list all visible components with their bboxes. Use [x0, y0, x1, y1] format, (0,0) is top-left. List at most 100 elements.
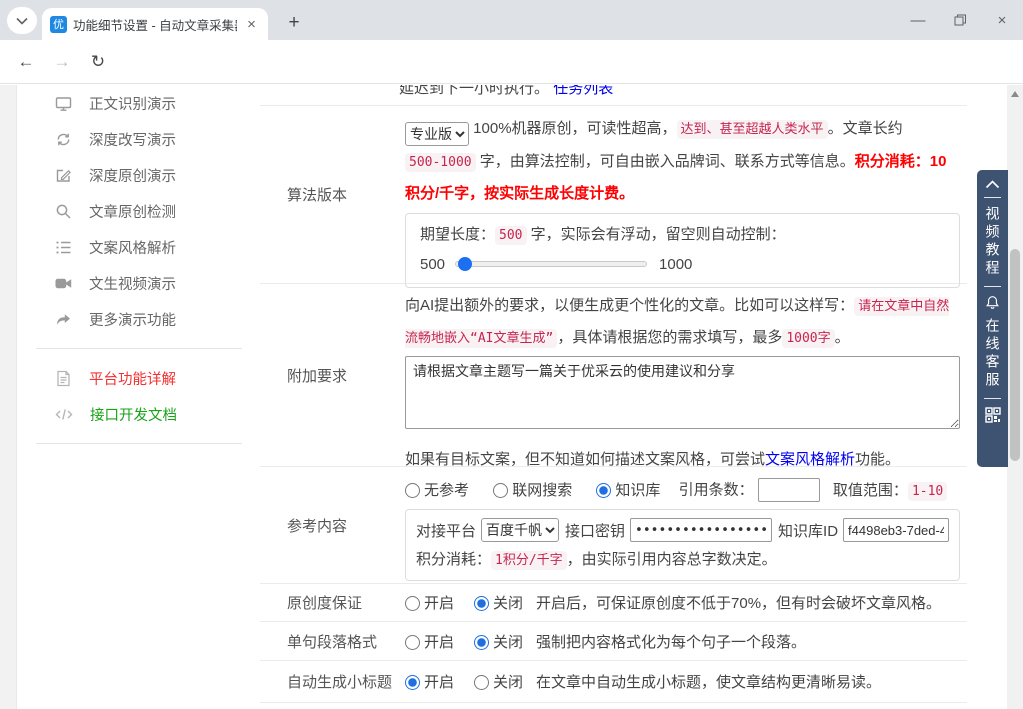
qr-code-icon[interactable]: [985, 407, 1001, 423]
sidebar-item-more-demos[interactable]: 更多演示功能: [18, 301, 260, 337]
browser-navbar: ← → ↻ ucaiyun.com/caiji/settings/ ☆ 井 ⋮: [0, 40, 1023, 84]
row-auto-subtitles: 自动生成小标题 开启 关闭 在文章中自动生成小标题，使文章结构更清晰易读。: [260, 660, 967, 703]
toggle-description: 强制把内容格式化为每个句子一个段落。: [536, 631, 806, 652]
row-label: 附加要求: [260, 284, 405, 466]
radio-no-reference-input[interactable]: [405, 483, 420, 498]
sidebar-item-label: 文生视频演示: [89, 273, 176, 294]
sidebar-item-originality-check[interactable]: 文章原创检测: [18, 193, 260, 229]
radio-web-search-input[interactable]: [493, 483, 508, 498]
refresh-icon: [55, 131, 72, 148]
extra-requirements-textarea[interactable]: 请根据文章主题写一篇关于优采云的使用建议和分享: [405, 356, 960, 429]
row-label: 参考内容: [260, 467, 405, 583]
toggle-off-option[interactable]: 关闭: [474, 592, 523, 613]
video-tutorial-button[interactable]: 视频教程: [986, 206, 1000, 278]
sidebar-item-label: 文章原创检测: [89, 201, 176, 222]
toggle-off-option[interactable]: 关闭: [474, 631, 523, 652]
share-arrow-icon: [55, 311, 72, 328]
search-icon: [55, 203, 72, 220]
quote-count-input[interactable]: [758, 478, 820, 502]
tab-title: 功能细节设置 - 自动文章采集器: [73, 15, 237, 34]
ordered-list-icon: [55, 239, 72, 256]
length-slider[interactable]: [455, 261, 647, 267]
online-service-button[interactable]: 在线客服: [986, 318, 1000, 390]
toggle-on-radio[interactable]: [405, 596, 420, 611]
toggle-on-option[interactable]: 开启: [405, 631, 454, 652]
chevron-down-icon: [16, 17, 28, 25]
sidebar-link-api-docs[interactable]: 接口开发文档: [18, 396, 260, 432]
sidebar-item-deep-rewrite[interactable]: 深度改写演示: [18, 121, 260, 157]
close-button[interactable]: ×: [981, 0, 1023, 40]
highlight-text: 1积分/千字: [491, 551, 567, 570]
highlight-text: 500-1000: [405, 153, 476, 172]
schedule-text: 延迟到下一小时执行。: [399, 85, 549, 97]
algorithm-description: 专业版 100%机器原创，可读性超高，达到、甚至超越人类水平。文章长约 500-…: [405, 113, 960, 209]
radio-no-reference[interactable]: 无参考: [405, 482, 469, 499]
radio-knowledge-base-input[interactable]: [596, 483, 611, 498]
slider-thumb[interactable]: [458, 257, 472, 271]
back-button[interactable]: ←: [12, 48, 40, 76]
toggle-description: 开启后，可保证原创度不低于70%，但有时会破坏文章风格。: [536, 592, 941, 613]
row-label: 原创度保证: [260, 584, 405, 621]
sidebar-link-label: 接口开发文档: [90, 404, 177, 425]
task-list-link[interactable]: 任务列表: [553, 85, 613, 97]
tab-search-button[interactable]: [7, 7, 37, 34]
sidebar-item-label: 文案风格解析: [89, 237, 176, 258]
toggle-off-radio[interactable]: [474, 596, 489, 611]
style-analysis-note: 如果有目标文案，但不知道如何描述文案风格，可尝试文案风格解析功能。: [405, 448, 960, 469]
edit-icon: [55, 167, 72, 184]
toggle-on-radio[interactable]: [405, 675, 420, 690]
radio-web-search[interactable]: 联网搜索: [493, 482, 572, 499]
scrollbar-up-arrow[interactable]: [1011, 91, 1019, 97]
sidebar-item-deep-original[interactable]: 深度原创演示: [18, 157, 260, 193]
video-icon: [55, 275, 72, 292]
expected-length-text: 期望长度：500 字，实际会有浮动，留空则自动控制：: [420, 222, 945, 249]
row-reference-content: 参考内容 无参考 联网搜索 知识库 引用条数： 取值范围：1-10 对接平台 百…: [260, 466, 967, 583]
sidebar-item-text-to-video[interactable]: 文生视频演示: [18, 265, 260, 301]
new-tab-button[interactable]: +: [280, 9, 308, 37]
api-secret-input[interactable]: [630, 518, 772, 542]
forward-button[interactable]: →: [48, 48, 76, 76]
toggle-on-option[interactable]: 开启: [405, 671, 454, 692]
radio-knowledge-base[interactable]: 知识库: [596, 482, 660, 499]
row-label: 自动生成小标题: [260, 661, 405, 702]
reload-button[interactable]: ↻: [84, 48, 112, 76]
sidebar-link-platform-features[interactable]: 平台功能详解: [18, 360, 260, 396]
toggle-off-radio[interactable]: [474, 675, 489, 690]
browser-titlebar: 优 功能细节设置 - 自动文章采集器 × + — ×: [0, 0, 1023, 40]
toggle-description: 在文章中自动生成小标题，使文章结构更清晰易读。: [536, 671, 881, 692]
style-analysis-link[interactable]: 文案风格解析: [765, 451, 855, 468]
platform-select[interactable]: 百度千帆: [481, 518, 559, 542]
chevron-up-icon[interactable]: [985, 180, 1000, 189]
slider-min-label: 500: [420, 256, 445, 273]
row-label: 算法版本: [260, 106, 405, 283]
restore-button[interactable]: [939, 0, 981, 40]
sidebar-divider: [36, 443, 242, 444]
browser-tab[interactable]: 优 功能细节设置 - 自动文章采集器 ×: [42, 8, 268, 40]
sidebar-item-content-detect[interactable]: 正文识别演示: [18, 85, 260, 121]
panel-divider: [984, 197, 1001, 198]
tab-close-icon[interactable]: ×: [243, 16, 260, 33]
toggle-off-option[interactable]: 关闭: [474, 671, 523, 692]
panel-divider: [984, 398, 1001, 399]
sidebar-item-label: 正文识别演示: [89, 93, 176, 114]
row-label: 单句段落格式: [260, 622, 405, 660]
row-originality-guarantee: 原创度保证 开启 关闭 开启后，可保证原创度不低于70%，但有时会破坏文章风格。: [260, 583, 967, 621]
algorithm-version-select[interactable]: 专业版: [405, 122, 469, 146]
toggle-off-radio[interactable]: [474, 635, 489, 650]
document-icon: [55, 370, 72, 387]
kb-id-input[interactable]: [843, 518, 949, 542]
restore-icon: [954, 14, 966, 26]
toggle-on-option[interactable]: 开启: [405, 592, 454, 613]
sidebar-item-style-analysis[interactable]: 文案风格解析: [18, 229, 260, 265]
scrollbar-thumb[interactable]: [1010, 249, 1020, 461]
expected-length-box: 期望长度：500 字，实际会有浮动，留空则自动控制： 500 1000: [405, 213, 960, 288]
sidebar-item-label: 深度原创演示: [89, 165, 176, 186]
bell-icon: [985, 295, 1000, 310]
minimize-button[interactable]: —: [897, 0, 939, 40]
sidebar-link-label: 平台功能详解: [89, 368, 176, 389]
page-scrollbar[interactable]: [1007, 85, 1023, 709]
range-label: 取值范围：: [833, 482, 908, 499]
sidebar-divider: [36, 348, 242, 349]
platform-label: 对接平台: [416, 520, 476, 541]
toggle-on-radio[interactable]: [405, 635, 420, 650]
